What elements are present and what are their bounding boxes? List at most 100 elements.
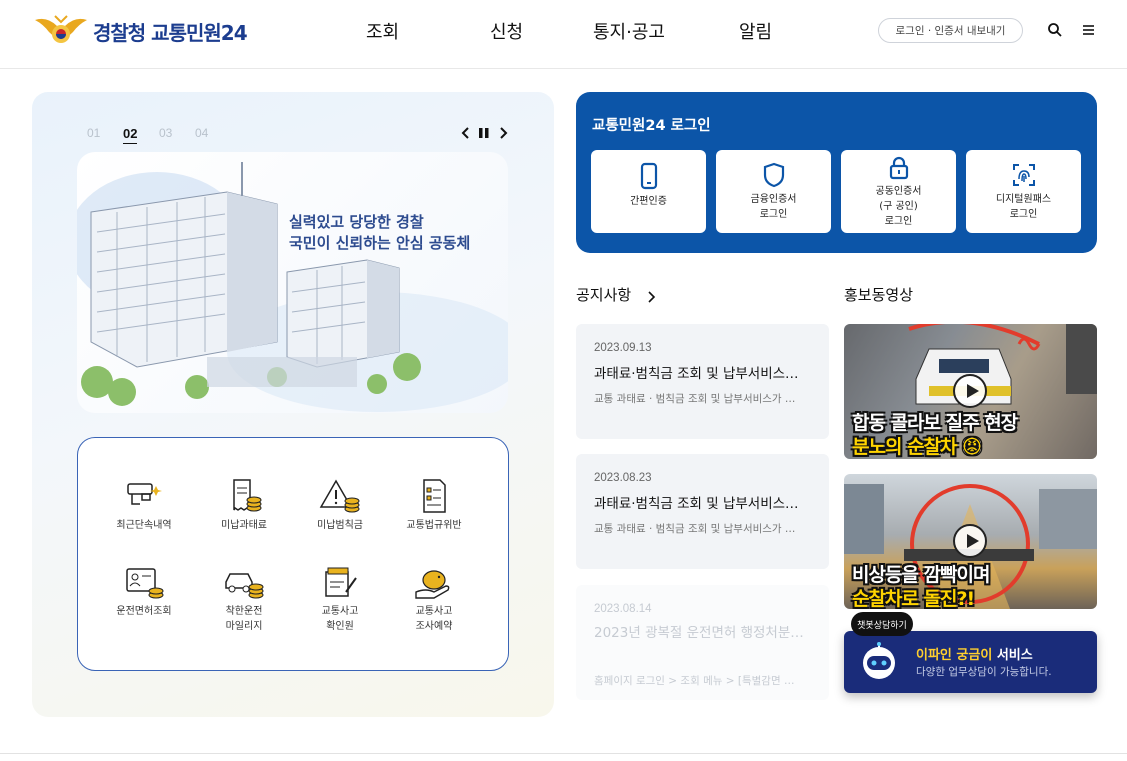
service-unpaid-penalty[interactable]: 미납범칙금	[295, 478, 385, 533]
notice-date: 2023.08.23	[594, 472, 652, 484]
slide-number-3[interactable]: 03	[159, 126, 195, 141]
banner-line-2: 국민이 신뢰하는 안심 공동체	[289, 234, 471, 252]
cert-export-button[interactable]: 로그인 · 인증서 내보내기	[878, 18, 1023, 43]
service-accident-reservation[interactable]: 교통사고조사예약	[389, 564, 479, 634]
login-financial-cert-button[interactable]: 금융인증서로그인	[716, 150, 831, 233]
service-accident-certificate[interactable]: 교통사고확인원	[295, 564, 385, 634]
slide-pause-icon[interactable]	[478, 126, 490, 144]
certificate-icon	[318, 564, 362, 600]
chevron-right-icon[interactable]	[646, 288, 656, 307]
login-card-label-line3: 로그인	[884, 216, 913, 227]
login-digital-onepass-button[interactable]: 디지털원패스로그인	[966, 150, 1081, 233]
service-label: 미납범칙금	[317, 520, 363, 531]
nav-item-apply[interactable]: 신청	[490, 18, 523, 44]
service-unpaid-fine[interactable]: 미납과태료	[199, 478, 289, 533]
service-label-line1: 교통사고	[415, 606, 453, 617]
video-caption-2: 분노의 순찰차 😡	[852, 436, 982, 458]
nav-item-inquiry[interactable]: 조회	[366, 18, 399, 44]
video-caption-1: 합동 콜라보 질주 현장	[852, 412, 1018, 434]
slide-pagination: 01 02 03 04	[87, 126, 231, 144]
video-item[interactable]: 비상등을 깜빡이며 순찰차로 돌진?!	[844, 474, 1097, 609]
document-check-icon	[412, 478, 456, 514]
service-label: 미납과태료	[221, 520, 267, 531]
videos-title: 홍보동영상	[844, 286, 914, 304]
notice-date: 2023.08.14	[594, 603, 652, 615]
login-joint-cert-button[interactable]: 공동인증서 (구 공인) 로그인	[841, 150, 956, 233]
login-card-label-line1: 금융인증서	[750, 194, 797, 205]
slide-next-icon[interactable]	[498, 126, 508, 144]
police-emblem-icon	[33, 14, 89, 48]
login-card-label-line2: 로그인	[1009, 209, 1038, 220]
car-coins-icon	[222, 564, 266, 600]
slide-number-4[interactable]: 04	[195, 126, 231, 141]
login-card-label-line1: 공동인증서	[875, 186, 922, 197]
lock-icon	[889, 156, 908, 180]
logo-text-agency: 경찰청	[93, 20, 146, 45]
video-item[interactable]: 합동 콜라보 질주 현장 분노의 순찰차 😡	[844, 324, 1097, 459]
service-license-inquiry[interactable]: 운전면허조회	[99, 564, 189, 619]
menu-icon[interactable]	[1081, 22, 1097, 38]
login-panel: 교통민원24 로그인 간편인증 금융인증서 로그인 공동인증서 (구 공인) 로그인 …	[576, 92, 1097, 253]
service-label-line2: 확인원	[326, 621, 354, 632]
service-label-line2: 조사예약	[415, 621, 453, 632]
piggy-bank-icon	[412, 564, 456, 600]
footer-divider	[0, 753, 1127, 754]
chatbot-subtitle: 다양한 업무상담이 가능합니다.	[916, 666, 1052, 678]
service-label: 교통사고조사예약	[389, 604, 479, 634]
service-label-line2: 마일리지	[225, 621, 263, 632]
service-label: 교통법규위반	[406, 520, 462, 531]
service-traffic-violation[interactable]: 교통법규위반	[389, 478, 479, 533]
notice-desc: 교통 과태료 · 범칙금 조회 및 납부서비스가 …	[594, 393, 796, 405]
notice-title: 2023년 광복절 운전면허 행정처분…	[594, 625, 804, 641]
chatbot-title-rest: 서비스	[992, 648, 1033, 663]
hero-banner[interactable]: 실력있고 당당한 경찰 국민이 신뢰하는 안심 공동체	[77, 152, 508, 413]
site-logo[interactable]: 경찰청 교통민원24	[33, 14, 248, 48]
license-card-icon	[122, 564, 166, 600]
chatbot-banner[interactable]: 이파인 궁금이 서비스 다양한 업무상담이 가능합니다.	[844, 631, 1097, 693]
login-simple-auth-button[interactable]: 간편인증	[591, 150, 706, 233]
service-label-line1: 착한운전	[225, 606, 263, 617]
shield-icon	[763, 162, 784, 188]
notice-item[interactable]: 2023.08.23 과태료·범칙금 조회 및 납부서비스… 교통 과태료 · …	[576, 454, 829, 569]
logo-text-service: 교통민원24	[151, 20, 247, 45]
search-icon[interactable]	[1047, 22, 1063, 38]
banner-line-1: 실력있고 당당한 경찰	[289, 213, 424, 231]
notice-title: 과태료·범칙금 조회 및 납부서비스…	[594, 496, 799, 512]
phone-icon	[640, 162, 657, 190]
video-caption-1: 비상등을 깜빡이며	[852, 564, 990, 586]
slide-number-2-label: 02	[123, 126, 138, 144]
service-safe-driving-mileage[interactable]: 착한운전마일리지	[199, 564, 289, 634]
login-card-label: 간편인증	[630, 196, 667, 207]
service-label: 교통사고확인원	[295, 604, 385, 634]
chatbot-title-highlight: 이파인 궁금이	[916, 648, 993, 663]
notices-title[interactable]: 공지사항	[576, 284, 631, 305]
login-card-label-line1: 디지털원패스	[995, 194, 1052, 205]
notice-item[interactable]: 2023.08.14 2023년 광복절 운전면허 행정처분… 홈페이지 로그인…	[576, 585, 829, 700]
login-card-label-line2: (구 공인)	[879, 201, 918, 212]
notice-title: 과태료·범칙금 조회 및 납부서비스…	[594, 366, 799, 382]
service-label: 최근단속내역	[116, 520, 172, 531]
slide-prev-icon[interactable]	[461, 126, 471, 144]
service-recent-enforcement[interactable]: 최근단속내역	[99, 478, 189, 533]
service-label: 운전면허조회	[116, 606, 172, 617]
police-hq-illustration-icon	[77, 162, 508, 412]
warning-coins-icon	[318, 478, 362, 514]
nav-item-notice[interactable]: 통지·공고	[593, 18, 665, 44]
chatbot-bubble[interactable]: 챗봇상담하기	[851, 612, 913, 636]
fingerprint-icon	[1012, 164, 1035, 186]
login-title: 교통민원24 로그인	[592, 118, 711, 134]
notice-date: 2023.09.13	[594, 342, 652, 354]
play-icon[interactable]	[953, 524, 987, 558]
service-label: 착한운전마일리지	[199, 604, 289, 634]
play-icon[interactable]	[953, 374, 987, 408]
quick-services-panel	[77, 437, 509, 671]
service-label-line1: 교통사고	[321, 606, 359, 617]
nav-item-alert[interactable]: 알림	[739, 18, 772, 44]
slide-number-2-active[interactable]: 02	[123, 126, 159, 144]
receipt-coins-icon	[222, 478, 266, 514]
notice-item[interactable]: 2023.09.13 과태료·범칙금 조회 및 납부서비스… 교통 과태료 · …	[576, 324, 829, 439]
login-card-label-line2: 로그인	[759, 209, 788, 220]
site-header: 경찰청 교통민원24 조회 신청 통지·공고 알림 로그인 · 인증서 내보내기	[0, 0, 1127, 69]
camera-icon	[122, 478, 166, 514]
slide-number-1[interactable]: 01	[87, 126, 123, 141]
